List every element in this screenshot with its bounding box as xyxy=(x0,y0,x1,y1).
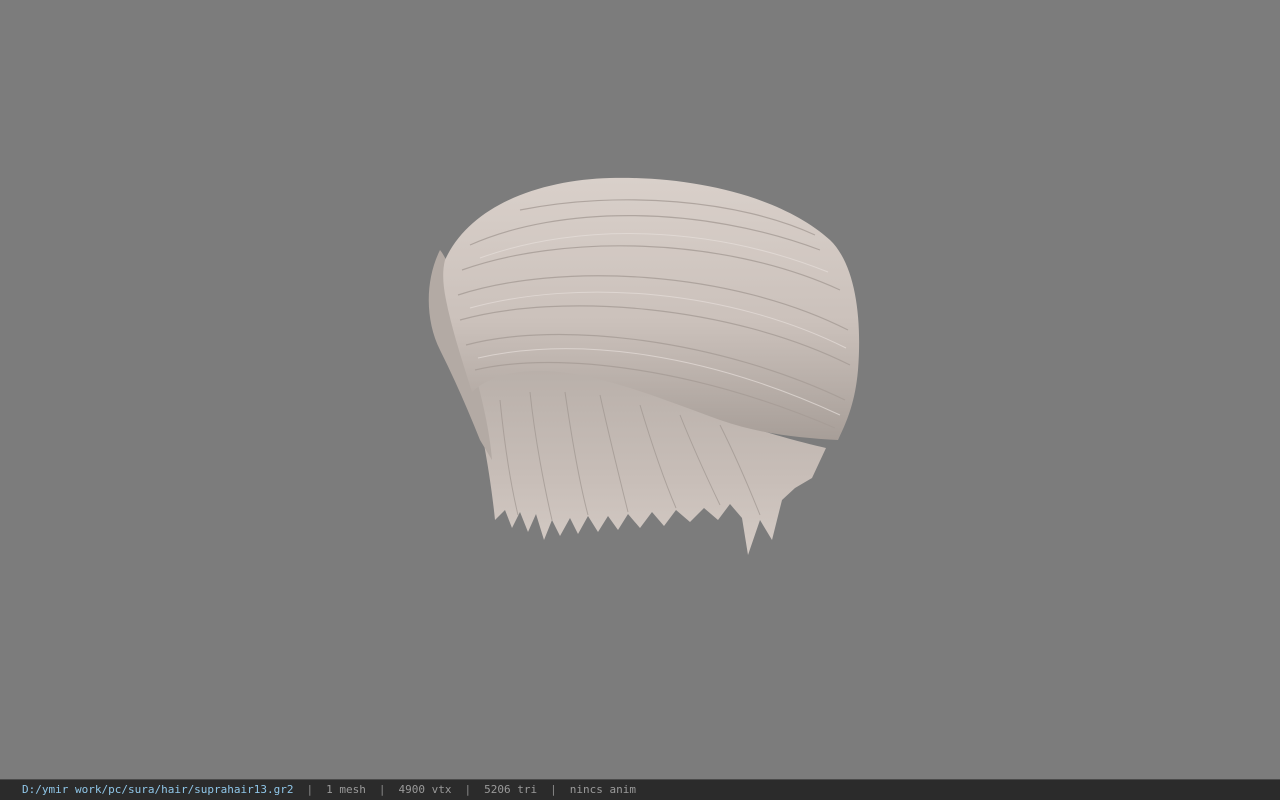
status-bar: D:/ymir work/pc/sura/hair/suprahair13.gr… xyxy=(0,779,1280,800)
animation-status: nincs anim xyxy=(569,783,636,796)
vertex-count: 4900 vtx xyxy=(398,783,452,796)
hair-model[interactable] xyxy=(0,0,1280,779)
separator: | xyxy=(550,783,557,796)
separator: | xyxy=(464,783,472,796)
separator: | xyxy=(306,783,314,796)
triangle-count: 5206 tri xyxy=(484,783,538,796)
file-path: D:/ymir work/pc/sura/hair/suprahair13.gr… xyxy=(22,783,294,796)
mesh-count: 1 mesh xyxy=(326,783,366,796)
separator: | xyxy=(378,783,386,796)
3d-viewport[interactable] xyxy=(0,0,1280,779)
